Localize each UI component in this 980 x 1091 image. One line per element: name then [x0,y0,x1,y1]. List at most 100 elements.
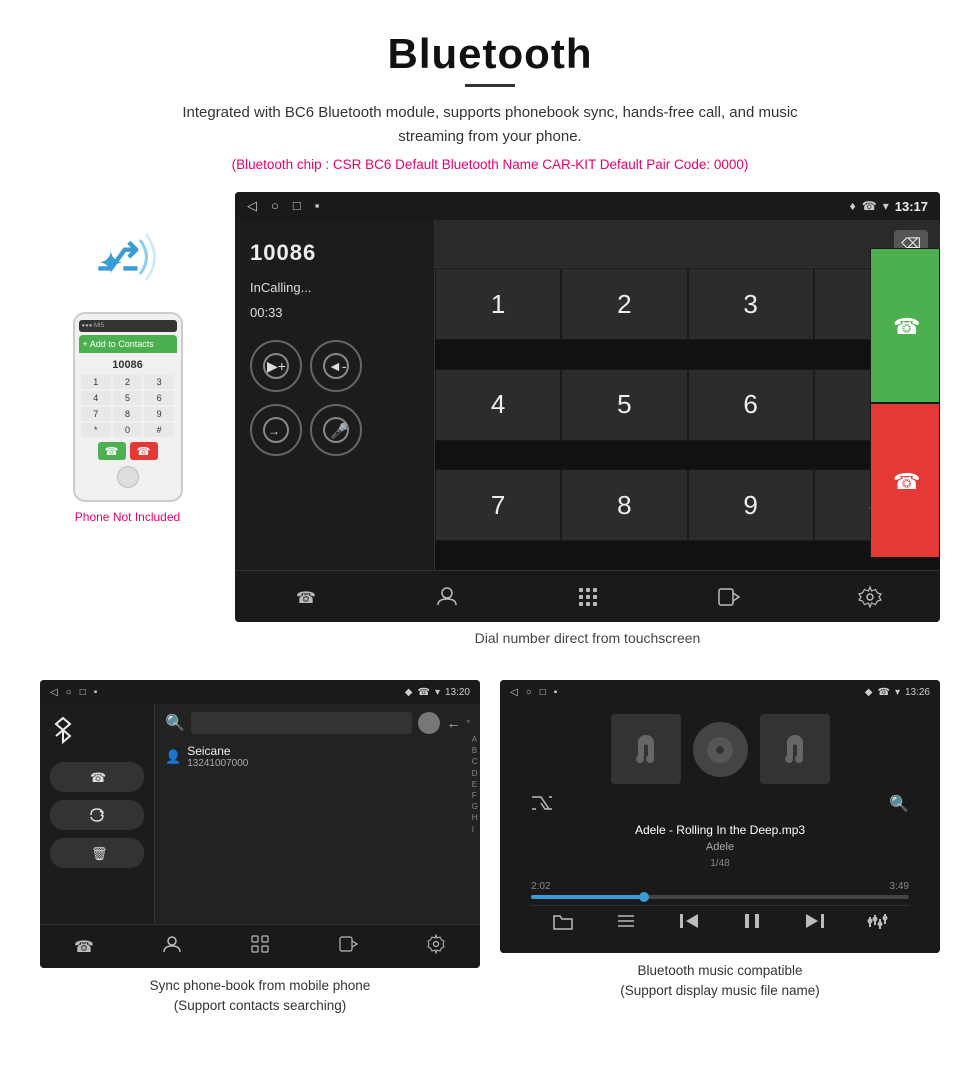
music-play-pause-icon[interactable] [741,912,763,937]
car-nav-transfer[interactable] [717,585,741,609]
phone-graphic-area: ✦ ⎇ ●●● Mt5 + Add to Contacts 10086 123 [40,192,215,524]
car-call-info: 10086 InCalling... 00:33 ▶+ [235,220,435,570]
music-clock: 13:26 [905,687,930,698]
menu-icon: ▪ [315,198,320,214]
pb-clock: 13:20 [445,687,470,698]
car-screen-area: ◁ ○ □ ▪ ♦ ☎ ▾ 13:17 10086 InCalling... [235,192,940,650]
dial-key-6[interactable]: 6 [688,369,814,441]
svg-text:◄-: ◄- [328,358,347,374]
music-folder-icon[interactable] [552,912,574,937]
pb-call-button[interactable]: ☎ [50,762,144,792]
phone-top-bar: + Add to Contacts [79,335,177,353]
music-nav-icons: ◁ ○ □ ▪ [510,687,557,698]
music-phone-icon: ☎ [877,687,889,698]
location-icon: ♦ [850,199,856,213]
phone-icon: ☎ [862,199,877,213]
pb-back-btn[interactable]: ← [446,715,460,731]
music-content: 🔍 Adele - Rolling In the Deep.mp3 Adele … [500,704,940,953]
svg-text:⎇: ⎇ [96,237,140,279]
car-nav-settings[interactable] [858,585,882,609]
pb-contact-info: Seicane 13241007000 [187,744,248,769]
pb-nav-transfer[interactable] [338,934,358,959]
car-calling-status: InCalling... [250,280,419,295]
svg-text:→: → [268,424,280,438]
music-song-name: Adele - Rolling In the Deep.mp3 [635,821,805,839]
phonebook-item: ◁ ○ □ ▪ ◆ ☎ ▾ 13:20 [40,680,480,1017]
music-wifi-icon: ▾ [895,687,900,698]
header-description: Integrated with BC6 Bluetooth module, su… [150,101,830,149]
pb-search-row: 🔍 ← * [165,712,470,734]
music-menu-icon: ▪ [554,687,558,698]
dial-key-7[interactable]: 7 [435,469,561,541]
dial-key-4[interactable]: 4 [435,369,561,441]
pb-nav-contacts[interactable] [162,934,182,959]
pb-home-icon: ○ [66,687,72,698]
phone-not-included-label: Phone Not Included [75,510,180,524]
dial-key-5[interactable]: 5 [561,369,687,441]
pb-alphabet-index: ABCDEFGHI [472,734,478,835]
car-nav-icons: ◁ ○ □ ▪ [247,198,319,214]
dial-key-1[interactable]: 1 [435,268,561,340]
call-action-buttons: ☎ ☎ [870,248,940,558]
car-call-timer: 00:33 [250,305,419,320]
music-location-icon: ◆ [865,687,873,698]
phonebook-caption: Sync phone-book from mobile phone (Suppo… [150,976,371,1017]
page-header: Bluetooth Integrated with BC6 Bluetooth … [0,0,980,182]
call-button[interactable]: ☎ [870,248,940,403]
music-next-icon[interactable] [804,912,826,937]
volume-up-button[interactable]: ▶+ [250,340,302,392]
hangup-button[interactable]: ☎ [870,403,940,558]
header-specs: (Bluetooth chip : CSR BC6 Default Blueto… [40,157,940,172]
volume-down-button[interactable]: ◄- [310,340,362,392]
music-shuffle-icon[interactable] [531,794,553,817]
mute-button[interactable]: 🎤 [310,404,362,456]
music-search-icon[interactable]: 🔍 [889,794,909,817]
pb-sync-button[interactable] [50,800,144,830]
svg-text:🗑: 🗑 [91,846,106,861]
pb-bluetooth-icon [50,716,144,750]
car-dialpad: ⌫ 1 2 3 * 4 5 6 0 7 [435,220,940,570]
pb-nav-icons: ◁ ○ □ ▪ [50,687,97,698]
music-prev-icon[interactable] [678,912,700,937]
music-album-covers [611,714,830,784]
svg-text:🎤: 🎤 [330,421,349,440]
pb-status-bar: ◁ ○ □ ▪ ◆ ☎ ▾ 13:20 [40,680,480,704]
transfer-button[interactable]: → [250,404,302,456]
dial-key-3[interactable]: 3 [688,268,814,340]
music-list-icon[interactable] [615,912,637,937]
pb-delete-button[interactable]: 🗑 [50,838,144,868]
music-progress-bar-fill [531,895,644,899]
dial-key-2[interactable]: 2 [561,268,687,340]
pb-bottom-nav: ☎ [40,924,480,968]
pb-back-icon: ◁ [50,687,58,698]
car-nav-dialpad[interactable] [576,585,600,609]
main-area: ✦ ⎇ ●●● Mt5 + Add to Contacts 10086 123 [0,182,980,670]
dial-key-9[interactable]: 9 [688,469,814,541]
dial-key-8[interactable]: 8 [561,469,687,541]
car-status-bar: ◁ ○ □ ▪ ♦ ☎ ▾ 13:17 [235,192,940,220]
music-eq-icon[interactable] [867,912,889,937]
pb-nav-settings[interactable] [426,934,446,959]
phone-status-bar: ●●● Mt5 [79,320,177,332]
music-item: ◁ ○ □ ▪ ◆ ☎ ▾ 13:26 [500,680,940,1017]
back-icon: ◁ [247,198,257,214]
music-caption: Bluetooth music compatible (Support disp… [620,961,820,1002]
pb-search-input[interactable] [191,712,413,734]
pb-nav-grid[interactable] [250,934,270,959]
svg-text:☎: ☎ [893,469,920,494]
pb-contact-name: Seicane [187,744,248,758]
pb-content: ☎ 🗑 🔍 ← [40,704,480,924]
page-title: Bluetooth [40,30,940,78]
music-progress-bar-bg[interactable] [531,895,909,899]
music-album-right [760,714,830,784]
pb-right-icons: ◆ ☎ ▾ 13:20 [405,687,470,698]
car-nav-calls[interactable]: ☎ [294,585,318,609]
pb-nav-calls[interactable]: ☎ [74,937,94,957]
music-right-icons: ◆ ☎ ▾ 13:26 [865,687,930,698]
music-home-icon: ○ [526,687,532,698]
phone-image: ●●● Mt5 + Add to Contacts 10086 123 456 … [73,312,183,502]
car-dialpad-input: ⌫ [435,220,940,268]
svg-text:☎: ☎ [90,770,106,785]
car-nav-contacts[interactable] [435,585,459,609]
svg-text:▶+: ▶+ [267,358,286,374]
